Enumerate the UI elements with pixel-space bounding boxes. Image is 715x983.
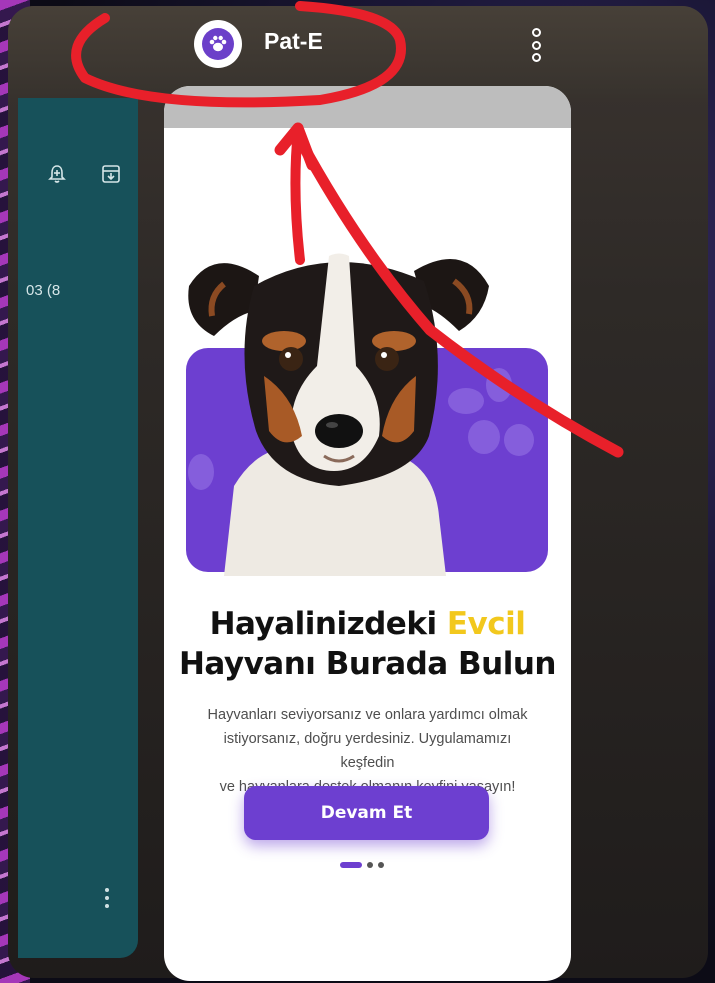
- page-dot: [367, 862, 373, 868]
- app-icon[interactable]: [194, 20, 242, 68]
- background-app-text: 03 (8: [26, 282, 61, 299]
- page-dot: [378, 862, 384, 868]
- description-line: istiyorsanız, doğru yerdesiniz. Uygulama…: [223, 731, 512, 747]
- status-bar: [164, 86, 571, 128]
- dog-illustration: [188, 253, 489, 576]
- page-dot-active: [340, 862, 362, 868]
- kebab-menu-icon[interactable]: [105, 888, 111, 908]
- page-indicator: [340, 862, 384, 868]
- bell-plus-icon: [48, 164, 66, 189]
- app-title: Pat-E: [264, 28, 323, 54]
- headline-accent: Evcil: [446, 606, 526, 642]
- paw-icon: [202, 28, 234, 60]
- headline-part1: Hayalinizdeki: [209, 606, 447, 642]
- onboarding-headline: Hayalinizdeki Evcil Hayvanı Burada Bulun: [164, 604, 571, 684]
- app-options-menu-icon[interactable]: [529, 28, 543, 62]
- app-header-bar: [8, 6, 708, 98]
- continue-button[interactable]: Devam Et: [244, 786, 489, 840]
- download-box-icon: [101, 164, 121, 189]
- description-line: keşfedin: [340, 755, 395, 771]
- app-preview-card[interactable]: Hayalinizdeki Evcil Hayvanı Burada Bulun…: [164, 86, 571, 981]
- onboarding-description: Hayvanları seviyorsanız ve onlara yardım…: [170, 703, 565, 795]
- description-line: Hayvanları seviyorsanız ve onlara yardım…: [207, 707, 528, 723]
- background-app-card[interactable]: 03 (8: [18, 98, 138, 958]
- headline-part2: Hayvanı Burada Bulun: [178, 646, 557, 682]
